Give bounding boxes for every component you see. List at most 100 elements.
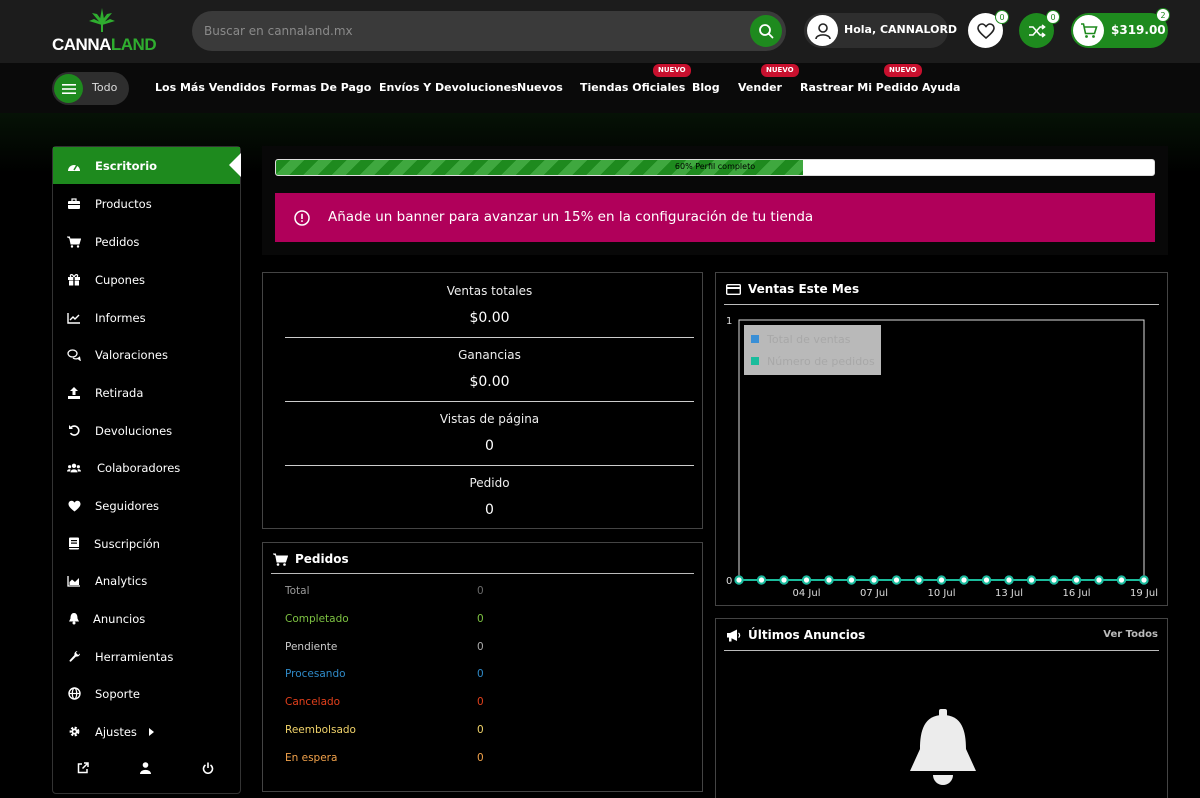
search-icon	[759, 24, 774, 39]
order-status-count: 0	[477, 668, 484, 681]
search-input[interactable]	[204, 19, 744, 43]
power-icon[interactable]	[201, 761, 215, 775]
divider	[724, 650, 1159, 651]
nav-item-rastrear-pedido[interactable]: Rastrear Mi Pedido	[800, 81, 918, 94]
sidebar-item-retirada[interactable]: Retirada	[53, 374, 240, 411]
banner-alert[interactable]: Añade un banner para avanzar un 15% en l…	[275, 193, 1155, 242]
sidebar-item-informes[interactable]: Informes	[53, 299, 240, 336]
series-1-point	[1139, 575, 1149, 585]
y-tick-label: 0	[726, 576, 732, 587]
sidebar-item-analytics[interactable]: Analytics	[53, 562, 240, 599]
sidebar-item-soporte[interactable]: Soporte	[53, 675, 240, 712]
user-avatar	[807, 15, 838, 46]
all-categories-button[interactable]: Todo	[52, 72, 129, 105]
cannabis-leaf-icon	[89, 8, 115, 32]
nav-item-envios-devoluciones[interactable]: Envíos Y Devoluciones	[379, 81, 518, 94]
wishlist-count-badge: 0	[995, 10, 1009, 24]
sales-line-chart: 0 1 04 Jul 07 Jul 10 Jul 13 Jul 16 Jul 19 Jul To…	[726, 316, 1158, 599]
bell-icon	[67, 612, 81, 626]
nav-item-formas-de-pago[interactable]: Formas De Pago	[271, 81, 371, 94]
order-status-label: Procesando	[285, 668, 346, 681]
sidebar-item-anuncios[interactable]: Anuncios	[53, 600, 240, 637]
stat-value: $0.00	[469, 374, 510, 390]
sidebar-item-label: Soporte	[95, 686, 140, 701]
announcements-title-text: Últimos Anuncios	[748, 628, 866, 642]
user-greeting: Hola, CANNALORD	[844, 23, 958, 36]
logo-text: CANNALAND	[52, 35, 157, 54]
legend-swatch	[751, 335, 759, 343]
series-1-point	[779, 575, 789, 585]
order-status-label: Completado	[285, 612, 349, 625]
stat-label: Ventas totales	[446, 284, 533, 298]
sidebar-footer	[53, 759, 240, 779]
sales-this-month-box: Ventas Este Mes 0 1 04 Jul 07 Jul 10 Jul 13 J…	[715, 272, 1168, 606]
y-tick-label: 1	[726, 316, 732, 327]
heart-icon	[67, 499, 81, 513]
compare-button[interactable]: 0	[1019, 10, 1060, 48]
header: CANNALAND Hola, CANNALORD 0 0 $319.00 2	[0, 0, 1200, 63]
x-tick-label: 10 Jul	[928, 588, 956, 599]
sidebar-item-cupones[interactable]: Cupones	[53, 261, 240, 298]
order-status-row[interactable]: Completado 0	[285, 613, 585, 627]
sidebar-item-herramientas[interactable]: Herramientas	[53, 638, 240, 675]
sidebar-item-suscripcion[interactable]: Suscripción	[53, 525, 240, 562]
sidebar-item-seguidores[interactable]: Seguidores	[53, 487, 240, 524]
sidebar-item-valoraciones[interactable]: Valoraciones	[53, 336, 240, 373]
wrench-icon	[67, 650, 81, 664]
order-status-count: 0	[477, 751, 484, 764]
sidebar-item-label: Anuncios	[93, 611, 146, 626]
external-link-icon[interactable]	[76, 761, 90, 775]
sidebar-item-label: Informes	[95, 310, 146, 325]
order-status-row[interactable]: Total 0	[285, 585, 585, 599]
nav-item-nuevos[interactable]: Nuevos	[517, 81, 563, 94]
orders-title: Pedidos	[273, 552, 349, 566]
sidebar-item-label: Pedidos	[95, 234, 140, 249]
series-1-point	[1071, 575, 1082, 585]
cart-button[interactable]: $319.00 2	[1071, 8, 1170, 48]
series-1-point	[981, 575, 992, 585]
sidebar-item-pedidos[interactable]: Pedidos	[53, 223, 240, 260]
sidebar-item-devoluciones[interactable]: Devoluciones	[53, 412, 240, 449]
latest-announcements-box: Últimos Anuncios Ver Todos	[715, 618, 1168, 798]
cart-total: $319.00	[1111, 23, 1166, 37]
bell-icon	[910, 709, 976, 785]
user-icon	[814, 22, 831, 39]
nav-item-blog[interactable]: Blog	[692, 81, 720, 94]
orders-box: Pedidos Total 0 Completado 0 Pendiente 0 Proce…	[262, 542, 703, 792]
order-status-count: 0	[477, 724, 484, 736]
stat-value: 0	[485, 438, 494, 454]
sidebar-item-escritorio[interactable]: Escritorio	[53, 147, 241, 184]
sidebar-item-ajustes[interactable]: Ajustes	[53, 713, 240, 750]
nav-item-ayuda[interactable]: Ayuda	[922, 81, 960, 94]
order-status-row[interactable]: Pendiente 0	[285, 641, 585, 655]
heart-outline-icon	[976, 22, 995, 39]
order-status-row[interactable]: Cancelado 0	[285, 696, 585, 710]
order-status-label: Total	[285, 585, 310, 597]
order-status-row[interactable]: Procesando 0	[285, 668, 585, 682]
cart-count-badge: 2	[1156, 8, 1170, 22]
order-status-count: 0	[477, 612, 484, 625]
series-1-point	[1049, 575, 1059, 585]
search-button[interactable]	[750, 15, 782, 47]
shuffle-icon	[1028, 23, 1046, 38]
view-all-announcements-link[interactable]: Ver Todos	[1103, 629, 1158, 640]
series-1-point	[914, 575, 924, 585]
line-chart-icon	[67, 311, 81, 325]
stat-pedido: Pedido 0	[285, 465, 694, 529]
wishlist-button[interactable]: 0	[968, 10, 1009, 48]
sidebar-item-colaboradores[interactable]: Colaboradores	[53, 449, 240, 486]
order-status-row[interactable]: En espera 0	[285, 752, 585, 766]
gear-icon	[67, 725, 81, 739]
sidebar-item-productos[interactable]: Productos	[53, 185, 240, 222]
nav-item-tiendas-oficiales[interactable]: Tiendas Oficiales	[580, 81, 685, 94]
x-tick-label: 04 Jul	[793, 588, 821, 599]
order-status-row[interactable]: Reembolsado 0	[285, 724, 585, 738]
logo[interactable]: CANNALAND	[52, 7, 157, 57]
nav-item-vender[interactable]: Vender	[738, 81, 782, 94]
series-1-point	[1094, 575, 1104, 585]
stat-value: $0.00	[469, 310, 510, 326]
user-icon[interactable]	[138, 761, 152, 775]
user-account-button[interactable]: Hola, CANNALORD	[804, 13, 957, 48]
nav-item-los-mas-vendidos[interactable]: Los Más Vendidos	[155, 81, 266, 94]
book-icon	[67, 537, 81, 551]
